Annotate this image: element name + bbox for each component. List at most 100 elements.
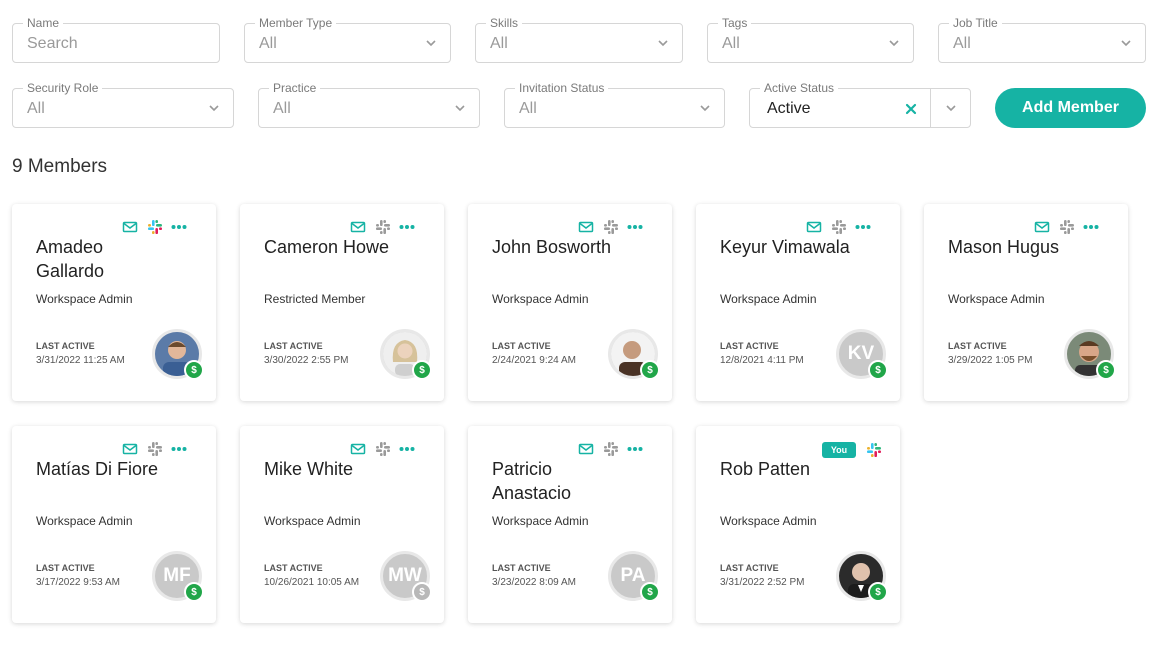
tags-filter[interactable]: Tags All <box>707 16 914 63</box>
member-card[interactable]: Mason Hugus Workspace Admin LAST ACTIVE 3/2… <box>924 204 1128 401</box>
slack-icon[interactable] <box>866 442 882 463</box>
email-icon[interactable] <box>1034 219 1050 235</box>
divider <box>930 89 931 127</box>
member-card[interactable]: Mike White Workspace Admin LAST ACTIVE 10/2… <box>240 426 444 623</box>
invitation-status-value: All <box>519 100 537 117</box>
chevron-down-icon[interactable] <box>888 37 900 49</box>
last-active-date: 2/24/2021 9:24 AM <box>492 355 576 366</box>
email-icon[interactable] <box>122 441 138 457</box>
more-options-icon[interactable] <box>399 441 415 457</box>
slack-icon[interactable] <box>147 219 163 235</box>
invitation-status-label: Invitation Status <box>515 81 609 95</box>
practice-value: All <box>273 100 291 117</box>
member-card[interactable]: You Rob Patten Workspace Admin LAST ACTIVE 3… <box>696 426 900 623</box>
more-options-icon[interactable] <box>627 219 643 235</box>
more-options-icon[interactable] <box>171 219 187 235</box>
member-card[interactable]: John Bosworth Workspace Admin LAST ACTIVE 2… <box>468 204 672 401</box>
member-role: Workspace Admin <box>492 514 589 528</box>
member-name[interactable]: Cameron Howe <box>264 235 404 259</box>
last-active-label: LAST ACTIVE <box>492 341 551 351</box>
member-count: 9 Members <box>12 156 108 177</box>
avatar[interactable]: $ <box>608 329 660 380</box>
chevron-down-icon[interactable] <box>454 102 466 114</box>
member-card[interactable]: Amadeo Gallardo Workspace Admin LAST ACTIV… <box>12 204 216 401</box>
chevron-down-icon[interactable] <box>699 102 711 114</box>
invitation-status-filter[interactable]: Invitation Status All <box>504 81 725 128</box>
more-options-icon[interactable] <box>399 219 415 235</box>
more-options-icon[interactable] <box>1083 219 1099 235</box>
security-role-value: All <box>27 100 45 117</box>
last-active-label: LAST ACTIVE <box>264 563 323 573</box>
member-name[interactable]: Matías Di Fiore <box>36 457 176 481</box>
job-title-filter[interactable]: Job Title All <box>938 16 1146 63</box>
last-active-label: LAST ACTIVE <box>492 563 551 573</box>
practice-label: Practice <box>269 81 321 95</box>
last-active-date: 3/23/2022 8:09 AM <box>492 577 576 588</box>
avatar[interactable]: MF $ <box>152 551 204 602</box>
skills-value: All <box>490 35 508 52</box>
more-options-icon[interactable] <box>627 441 643 457</box>
name-filter-label: Name <box>23 16 64 30</box>
chevron-down-icon[interactable] <box>1120 37 1132 49</box>
slack-icon[interactable] <box>375 441 391 457</box>
dollar-icon: $ <box>1096 360 1116 380</box>
slack-icon[interactable] <box>147 441 163 457</box>
name-filter[interactable]: Name <box>12 16 220 63</box>
member-card[interactable]: Matías Di Fiore Workspace Admin LAST ACTIV… <box>12 426 216 623</box>
last-active-label: LAST ACTIVE <box>720 563 779 573</box>
slack-icon[interactable] <box>603 219 619 235</box>
member-name[interactable]: Patricio Anastacio <box>492 457 632 505</box>
avatar[interactable]: PA $ <box>608 551 660 602</box>
chevron-down-icon[interactable] <box>657 37 669 49</box>
dollar-icon: $ <box>640 582 660 602</box>
email-icon[interactable] <box>806 219 822 235</box>
more-options-icon[interactable] <box>171 441 187 457</box>
member-card[interactable]: Keyur Vimawala Workspace Admin LAST ACTIVE… <box>696 204 900 401</box>
email-icon[interactable] <box>578 441 594 457</box>
chevron-down-icon[interactable] <box>425 37 437 49</box>
name-search-input[interactable] <box>27 35 197 53</box>
more-options-icon[interactable] <box>855 219 871 235</box>
dollar-icon: $ <box>412 582 432 602</box>
member-name[interactable]: Mike White <box>264 457 404 481</box>
slack-icon[interactable] <box>375 219 391 235</box>
email-icon[interactable] <box>578 219 594 235</box>
last-active-date: 3/17/2022 9:53 AM <box>36 577 120 588</box>
dollar-icon: $ <box>868 582 888 602</box>
email-icon[interactable] <box>350 219 366 235</box>
last-active-label: LAST ACTIVE <box>948 341 1007 351</box>
clear-icon[interactable] <box>904 102 918 116</box>
chevron-down-icon[interactable] <box>208 102 220 114</box>
member-card[interactable]: Patricio Anastacio Workspace Admin LAST AC… <box>468 426 672 623</box>
skills-filter[interactable]: Skills All <box>475 16 683 63</box>
avatar[interactable]: $ <box>380 329 432 380</box>
email-icon[interactable] <box>122 219 138 235</box>
add-member-button[interactable]: Add Member <box>995 88 1146 128</box>
slack-icon[interactable] <box>1059 219 1075 235</box>
tags-value: All <box>722 35 740 52</box>
avatar[interactable]: $ <box>152 329 204 380</box>
security-role-filter[interactable]: Security Role All <box>12 81 234 128</box>
slack-icon[interactable] <box>831 219 847 235</box>
active-status-filter[interactable]: Active Status Active <box>749 81 971 128</box>
member-type-filter[interactable]: Member Type All <box>244 16 451 63</box>
last-active-label: LAST ACTIVE <box>36 341 95 351</box>
member-role: Workspace Admin <box>36 292 133 306</box>
member-name[interactable]: Keyur Vimawala <box>720 235 860 259</box>
chevron-down-icon[interactable] <box>945 102 957 114</box>
slack-icon[interactable] <box>603 441 619 457</box>
member-card[interactable]: Cameron Howe Restricted Member LAST ACTIVE… <box>240 204 444 401</box>
member-name[interactable]: John Bosworth <box>492 235 632 259</box>
last-active-date: 10/26/2021 10:05 AM <box>264 577 360 588</box>
email-icon[interactable] <box>350 441 366 457</box>
practice-filter[interactable]: Practice All <box>258 81 480 128</box>
avatar[interactable]: MW $ <box>380 551 432 602</box>
member-name[interactable]: Amadeo Gallardo <box>36 235 176 283</box>
avatar[interactable]: $ <box>1064 329 1116 380</box>
member-name[interactable]: Rob Patten <box>720 457 860 481</box>
member-role: Workspace Admin <box>948 292 1045 306</box>
avatar[interactable]: KV $ <box>836 329 888 380</box>
avatar[interactable]: $ <box>836 551 888 602</box>
member-name[interactable]: Mason Hugus <box>948 235 1088 259</box>
last-active-date: 3/31/2022 2:52 PM <box>720 577 805 588</box>
